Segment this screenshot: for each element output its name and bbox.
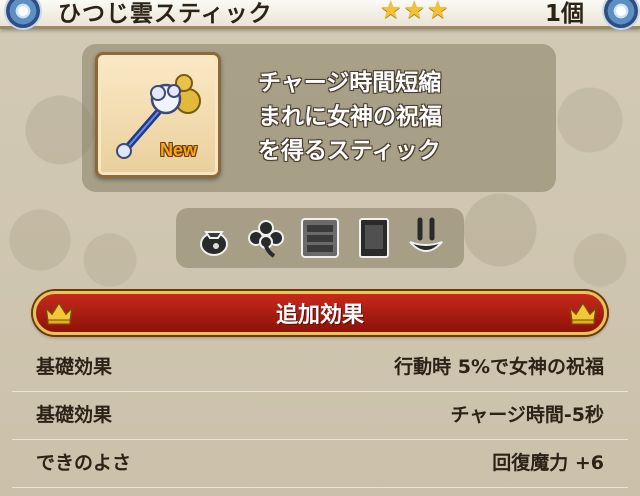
effect-value: 回復魔力 +6	[492, 452, 604, 474]
description-line: チャージ時間短縮	[258, 70, 442, 96]
book-icon[interactable]	[352, 216, 396, 260]
item-name: ひつじ雲スティック	[58, 1, 273, 27]
sprout-icon[interactable]	[404, 216, 448, 260]
new-badge: New	[160, 140, 198, 160]
pouch-icon[interactable]	[192, 216, 236, 260]
additional-effects-title: 追加効果	[275, 303, 364, 328]
description-line: を得るスティック	[258, 138, 441, 164]
item-count: 1個	[545, 1, 585, 27]
effect-value: 行動時 5%で女神の祝福	[394, 356, 604, 378]
effect-label: 基礎効果	[36, 356, 113, 378]
additional-effects-header: 追加効果	[33, 291, 607, 335]
staff-icon	[116, 74, 201, 159]
description-line: まれに女神の祝福	[258, 104, 442, 130]
row-divider	[12, 487, 628, 488]
crown-icon	[568, 301, 598, 325]
effect-row: 基礎効果 行動時 5%で女神の祝福	[0, 344, 640, 392]
title-bar: ひつじ雲スティック ★★★ 1個	[0, 0, 640, 29]
effect-label: できのよさ	[36, 452, 132, 474]
corner-ornament-icon	[604, 0, 638, 28]
item-icon-frame[interactable]	[95, 52, 221, 178]
corner-ornament-icon	[6, 0, 40, 28]
effect-row: できのよさ 回復魔力 +6	[0, 440, 640, 488]
cabinet-icon[interactable]	[298, 216, 342, 260]
effect-row: 基礎効果 チャージ時間-5秒	[0, 392, 640, 440]
rarity-stars: ★★★	[380, 0, 451, 24]
effect-value: チャージ時間-5秒	[450, 404, 604, 426]
clover-icon[interactable]	[244, 216, 288, 260]
item-description: チャージ時間短縮 まれに女神の祝福 を得るスティック	[258, 66, 442, 168]
effect-label: 基礎効果	[36, 404, 113, 426]
